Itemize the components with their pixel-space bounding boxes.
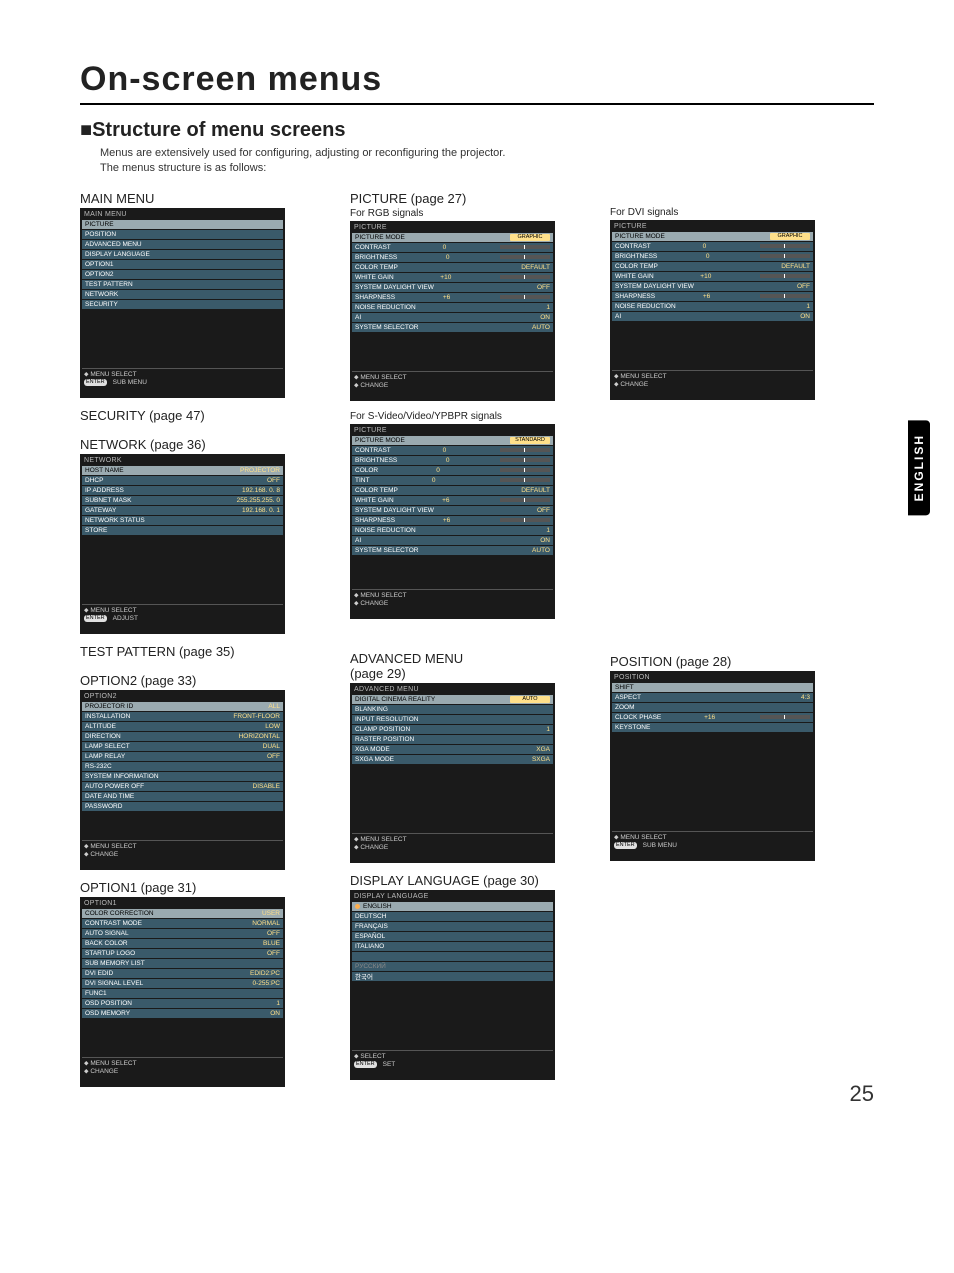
subheading: ■Structure of menu screens <box>80 119 874 142</box>
label-adv-page: (page 29) <box>350 666 590 681</box>
option1-box: OPTION1COLOR CORRECTIONUSERCONTRAST MODE… <box>80 897 285 1087</box>
page-title: On-screen menus <box>80 60 874 99</box>
page-number: 25 <box>850 1081 874 1107</box>
label-network: NETWORK (page 36) <box>80 437 330 452</box>
intro-text: Menus are extensively used for configuri… <box>100 146 874 177</box>
label-for-rgb: For RGB signals <box>350 208 590 219</box>
main-menu-box: MAIN MENUPICTUREPOSITIONADVANCED MENUDIS… <box>80 208 285 398</box>
label-display-lang: DISPLAY LANGUAGE (page 30) <box>350 873 590 888</box>
label-security: SECURITY (page 47) <box>80 408 330 423</box>
picture-dvi-box: PICTUREPICTURE MODEGRAPHICCONTRAST0BRIGH… <box>610 220 815 400</box>
lang-box: DISPLAY LANGUAGEENGLISHDEUTSCHFRANÇAISES… <box>350 890 555 1080</box>
label-test-pattern: TEST PATTERN (page 35) <box>80 644 330 659</box>
position-box: POSITIONSHIFTASPECT4:3ZOOMCLOCK PHASE+16… <box>610 671 815 861</box>
label-picture: PICTURE (page 27) <box>350 191 590 206</box>
label-main-menu: MAIN MENU <box>80 191 330 206</box>
picture-svideo-box: PICTUREPICTURE MODESTANDARDCONTRAST0BRIG… <box>350 424 555 619</box>
option2-box: OPTION2PROJECTOR IDALLINSTALLATIONFRONT-… <box>80 690 285 870</box>
picture-rgb-box: PICTUREPICTURE MODEGRAPHICCONTRAST0BRIGH… <box>350 221 555 401</box>
label-position: POSITION (page 28) <box>610 654 850 669</box>
title-rule <box>80 103 874 105</box>
language-tab: ENGLISH <box>908 420 930 515</box>
label-for-dvi: For DVI signals <box>610 207 850 218</box>
advanced-box: ADVANCED MENUDIGITAL CINEMA REALITYAUTOB… <box>350 683 555 863</box>
label-option1: OPTION1 (page 31) <box>80 880 330 895</box>
label-adv-menu: ADVANCED MENU <box>350 651 590 666</box>
label-for-svideo: For S-Video/Video/YPBPR signals <box>350 411 590 422</box>
label-option2: OPTION2 (page 33) <box>80 673 330 688</box>
network-box: NETWORKHOST NAMEPROJECTORDHCPOFFIP ADDRE… <box>80 454 285 634</box>
